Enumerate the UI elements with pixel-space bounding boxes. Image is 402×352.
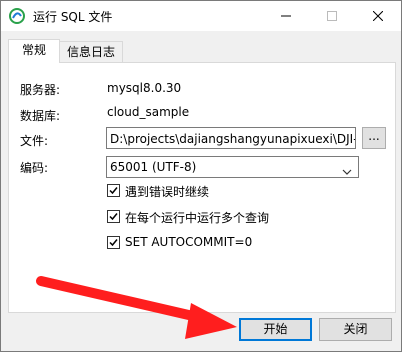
encoding-label: 编码:	[20, 161, 49, 175]
run-sql-file-dialog: 运行 SQL 文件 信息日志 常规 服务器: mysql8.0.30 数据库: …	[0, 0, 402, 352]
navicat-app-icon	[9, 8, 25, 24]
browse-file-button[interactable]: ...	[362, 127, 386, 149]
chevron-down-icon	[342, 162, 352, 182]
close-button[interactable]: 关闭	[319, 318, 392, 341]
file-path-input[interactable]: D:\projects\dajiangshangyunapixuexi\DJI-…	[106, 127, 356, 149]
multiple-queries-label: 在每个运行中运行多个查询	[125, 211, 270, 225]
database-value: cloud_sample	[107, 105, 190, 119]
continue-on-error-checkbox[interactable]	[107, 184, 120, 197]
tab-general[interactable]: 常规	[8, 39, 60, 63]
autocommit-checkbox[interactable]	[107, 236, 120, 249]
tab-info-log[interactable]: 信息日志	[59, 41, 123, 62]
minimize-button[interactable]	[263, 1, 309, 31]
close-window-button[interactable]	[355, 1, 401, 31]
window-title: 运行 SQL 文件	[33, 10, 113, 24]
autocommit-label: SET AUTOCOMMIT=0	[125, 235, 253, 249]
server-label: 服务器:	[20, 83, 61, 97]
start-button[interactable]: 开始	[239, 318, 312, 341]
multiple-queries-checkbox[interactable]	[107, 210, 120, 223]
continue-on-error-label: 遇到错误时继续	[125, 185, 210, 199]
file-label: 文件:	[20, 134, 49, 148]
title-bar: 运行 SQL 文件	[1, 1, 401, 31]
database-label: 数据库:	[20, 109, 61, 123]
server-value: mysql8.0.30	[107, 81, 182, 95]
encoding-selected-value: 65001 (UTF-8)	[110, 160, 197, 174]
encoding-select[interactable]: 65001 (UTF-8)	[106, 156, 359, 178]
maximize-button[interactable]	[309, 1, 355, 31]
general-tab-panel: 服务器: mysql8.0.30 数据库: cloud_sample 文件: D…	[8, 62, 396, 313]
